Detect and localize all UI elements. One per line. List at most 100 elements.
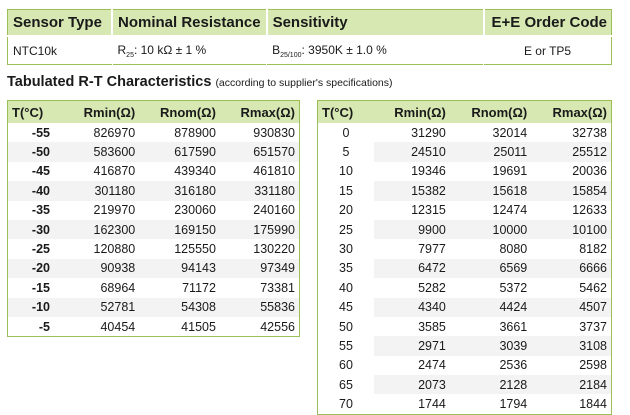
rnom-cell: 617590 xyxy=(139,142,220,162)
rnom-cell: 5372 xyxy=(449,278,532,298)
temperature-cell: 0 xyxy=(317,123,374,143)
spec-value-row: NTC10k R25: 10 kΩ ± 1 % B25/100: 3950K ±… xyxy=(7,36,612,65)
rnom-cell: 19691 xyxy=(449,161,532,182)
rmax-cell: 20036 xyxy=(531,161,612,182)
rnom-cell: 125550 xyxy=(139,239,220,259)
rmin-cell: 3585 xyxy=(374,316,450,337)
temperature-cell: -15 xyxy=(7,278,64,298)
temperature-cell: -45 xyxy=(7,161,64,182)
rt-table-right: T(°C) Rmin(Ω) Rnom(Ω) Rmax(Ω) 0 31290 3201… xyxy=(317,100,612,415)
rmax-cell: 97349 xyxy=(219,258,300,279)
col-rnom: Rnom(Ω) xyxy=(449,100,532,123)
rmax-cell: 32738 xyxy=(531,123,612,143)
rmin-cell: 90938 xyxy=(64,258,140,279)
rt-section-note: (according to supplier's specifications) xyxy=(215,77,393,89)
rt-left-body: -55 826970 878900 930830 -50 583600 617590 6515… xyxy=(7,123,300,337)
sensitivity-text: : 3950K ± 1.0 % xyxy=(301,42,387,57)
rmax-cell: 12633 xyxy=(531,200,612,220)
rmin-cell: 219970 xyxy=(64,200,140,220)
rmin-cell: 826970 xyxy=(64,123,140,143)
resistance-text: : 10 kΩ ± 1 % xyxy=(133,42,207,57)
temperature-cell: 25 xyxy=(317,219,374,240)
table-row: 15 15382 15618 15854 xyxy=(317,181,612,201)
table-row: -25 120880 125550 130220 xyxy=(7,239,300,259)
col-temperature: T(°C) xyxy=(7,100,64,123)
rmin-cell: 31290 xyxy=(374,123,450,143)
spec-header-row: Sensor Type Nominal Resistance Sensitivi… xyxy=(7,9,612,37)
temperature-cell: 35 xyxy=(317,258,374,279)
table-row: 50 3585 3661 3737 xyxy=(317,316,612,337)
table-row: 70 1744 1794 1844 xyxy=(317,394,612,415)
rmax-cell: 651570 xyxy=(219,142,300,162)
rmin-cell: 19346 xyxy=(374,161,450,182)
rmax-cell: 2184 xyxy=(531,375,612,395)
header-nominal-resistance: Nominal Resistance xyxy=(111,9,267,37)
rmax-cell: 73381 xyxy=(219,278,300,298)
temperature-cell: 60 xyxy=(317,355,374,376)
rnom-cell: 32014 xyxy=(449,123,532,143)
rmax-cell: 4507 xyxy=(531,297,612,317)
rt-left-header-row: T(°C) Rmin(Ω) Rnom(Ω) Rmax(Ω) xyxy=(7,100,300,123)
rmax-cell: 55836 xyxy=(219,297,300,317)
rmin-cell: 9900 xyxy=(374,219,450,240)
rmin-cell: 7977 xyxy=(374,239,450,259)
rmax-cell: 6666 xyxy=(531,258,612,279)
table-row: 40 5282 5372 5462 xyxy=(317,278,612,298)
table-row: 0 31290 32014 32738 xyxy=(317,123,612,143)
temperature-cell: -40 xyxy=(7,181,64,201)
table-row: -35 219970 230060 240160 xyxy=(7,200,300,220)
temperature-cell: 40 xyxy=(317,278,374,298)
nominal-resistance-value: R25: 10 kΩ ± 1 % xyxy=(111,36,267,65)
rmax-cell: 130220 xyxy=(219,239,300,259)
table-row: 25 9900 10000 10100 xyxy=(317,219,612,240)
sensor-type-value: NTC10k xyxy=(7,36,112,65)
col-rnom: Rnom(Ω) xyxy=(139,100,220,123)
temperature-cell: 65 xyxy=(317,375,374,395)
rmin-cell: 5282 xyxy=(374,278,450,298)
temperature-cell: -35 xyxy=(7,200,64,220)
col-temperature: T(°C) xyxy=(317,100,374,123)
temperature-cell: -55 xyxy=(7,123,64,143)
resistance-symbol: R xyxy=(117,42,127,57)
temperature-cell: -20 xyxy=(7,258,64,279)
col-rmin: Rmin(Ω) xyxy=(374,100,450,123)
rnom-cell: 12474 xyxy=(449,200,532,220)
rnom-cell: 230060 xyxy=(139,200,220,220)
rmax-cell: 10100 xyxy=(531,219,612,240)
rmin-cell: 2073 xyxy=(374,375,450,395)
temperature-cell: 20 xyxy=(317,200,374,220)
rmin-cell: 15382 xyxy=(374,181,450,201)
rnom-cell: 878900 xyxy=(139,123,220,143)
sensitivity-subscript: 25/100 xyxy=(280,51,302,59)
rmin-cell: 1744 xyxy=(374,394,450,415)
rnom-cell: 439340 xyxy=(139,161,220,182)
rmax-cell: 2598 xyxy=(531,355,612,376)
rnom-cell: 316180 xyxy=(139,181,220,201)
col-rmax: Rmax(Ω) xyxy=(219,100,300,123)
rmax-cell: 1844 xyxy=(531,394,612,415)
rnom-cell: 2128 xyxy=(449,375,532,395)
table-row: -20 90938 94143 97349 xyxy=(7,258,300,279)
rmin-cell: 416870 xyxy=(64,161,140,182)
temperature-cell: -30 xyxy=(7,219,64,240)
rnom-cell: 71172 xyxy=(139,278,220,298)
temperature-cell: 15 xyxy=(317,181,374,201)
table-row: -5 40454 41505 42556 xyxy=(7,316,300,337)
rmin-cell: 162300 xyxy=(64,219,140,240)
table-row: 45 4340 4424 4507 xyxy=(317,297,612,317)
temperature-cell: 70 xyxy=(317,394,374,415)
rmax-cell: 930830 xyxy=(219,123,300,143)
table-row: -45 416870 439340 461810 xyxy=(7,161,300,182)
temperature-cell: -25 xyxy=(7,239,64,259)
rmin-cell: 40454 xyxy=(64,316,140,337)
rmin-cell: 6472 xyxy=(374,258,450,279)
rmin-cell: 4340 xyxy=(374,297,450,317)
table-row: -40 301180 316180 331180 xyxy=(7,181,300,201)
table-row: 5 24510 25011 25512 xyxy=(317,142,612,162)
rmax-cell: 240160 xyxy=(219,200,300,220)
header-sensitivity: Sensitivity xyxy=(265,9,484,37)
rt-table-left: T(°C) Rmin(Ω) Rnom(Ω) Rmax(Ω) -55 826970 8… xyxy=(7,100,300,338)
rmin-cell: 583600 xyxy=(64,142,140,162)
table-row: -10 52781 54308 55836 xyxy=(7,297,300,317)
rmax-cell: 461810 xyxy=(219,161,300,182)
